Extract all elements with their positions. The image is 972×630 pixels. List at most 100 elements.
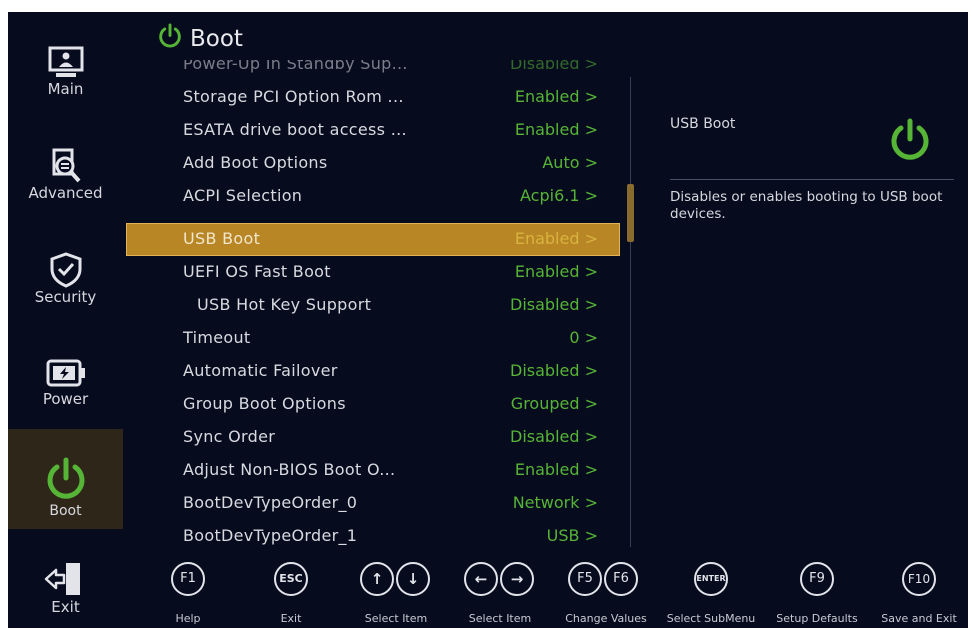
- setting-label: Power-Up In Standby Sup...: [183, 60, 408, 73]
- setting-row[interactable]: Add Boot Options Auto >: [126, 147, 620, 180]
- sidebar-item-advanced[interactable]: Advanced: [8, 148, 123, 212]
- setting-row[interactable]: UEFI OS Fast Boot Enabled >: [126, 256, 620, 289]
- shield-icon: [50, 252, 81, 288]
- sidebar-item-main[interactable]: Main: [8, 46, 123, 110]
- page-title-text: Boot: [190, 26, 243, 52]
- key-cap: ESC: [274, 562, 308, 596]
- scrollbar-thumb[interactable]: [627, 184, 634, 242]
- key-label: Select Item: [468, 612, 532, 625]
- setting-value[interactable]: Disabled >: [510, 295, 598, 314]
- sidebar-item-label: Boot: [49, 503, 82, 519]
- key-cap: F10: [902, 562, 936, 596]
- sidebar: Main Advanced Security Power Boot: [8, 12, 123, 628]
- setting-value[interactable]: 0 >: [569, 328, 598, 347]
- setting-row[interactable]: BootDevTypeOrder_1 USB >: [126, 520, 620, 548]
- setting-value[interactable]: Enabled >: [515, 229, 598, 248]
- key-f9[interactable]: F9: [800, 562, 834, 596]
- setting-value[interactable]: Disabled >: [510, 361, 598, 380]
- setting-row[interactable]: Adjust Non-BIOS Boot O... Enabled >: [126, 454, 620, 487]
- monitor-icon: [48, 46, 83, 77]
- setting-value[interactable]: Enabled >: [515, 262, 598, 281]
- setting-label: USB Hot Key Support: [197, 295, 372, 314]
- key-label: Select Item: [364, 612, 428, 625]
- key-label: Help: [175, 612, 201, 625]
- key-f5-f6[interactable]: F5 F6: [568, 562, 638, 596]
- key-f1[interactable]: F1: [171, 562, 205, 596]
- setting-row[interactable]: ACPI Selection Acpi6.1 >: [126, 180, 620, 213]
- setting-value[interactable]: Enabled >: [515, 87, 598, 106]
- key-label: Setup Defaults: [776, 612, 858, 625]
- setting-label: ACPI Selection: [183, 186, 303, 205]
- sidebar-item-label: Power: [42, 390, 89, 408]
- setting-value[interactable]: Disabled >: [510, 427, 598, 446]
- power-icon: [891, 118, 929, 160]
- key-enter[interactable]: ENTER: [694, 562, 728, 596]
- setting-row[interactable]: Timeout 0 >: [126, 322, 620, 355]
- setting-value[interactable]: Auto >: [542, 153, 598, 172]
- page-title: Boot: [156, 22, 243, 52]
- sidebar-item-label: Advanced: [28, 184, 103, 202]
- key-up-down[interactable]: ↑ ↓: [360, 562, 430, 596]
- sidebar-item-label: Security: [34, 288, 97, 306]
- setting-label: ESATA drive boot access ...: [183, 120, 407, 139]
- sidebar-item-security[interactable]: Security: [8, 252, 123, 316]
- setting-value[interactable]: Network >: [513, 493, 598, 512]
- sidebar-item-boot[interactable]: Boot: [8, 429, 123, 529]
- panel-divider: [630, 77, 631, 547]
- setting-row-selected[interactable]: USB Boot Enabled >: [126, 223, 620, 256]
- help-divider: [670, 179, 954, 180]
- setting-label: Automatic Failover: [183, 361, 338, 380]
- key-cap: F5: [568, 562, 602, 596]
- bios-screen: Main Advanced Security Power Boot Boot P…: [8, 12, 968, 628]
- setting-label: Sync Order: [183, 427, 276, 446]
- magnifier-icon: [52, 148, 80, 183]
- settings-list: Power-Up In Standby Sup... Disabled > St…: [126, 60, 620, 548]
- setting-row[interactable]: Sync Order Disabled >: [126, 421, 620, 454]
- setting-label: Storage PCI Option Rom ...: [183, 87, 404, 106]
- key-f10[interactable]: F10: [902, 562, 936, 596]
- up-arrow-icon: ↑: [360, 562, 394, 596]
- setting-label: Adjust Non-BIOS Boot O...: [183, 460, 396, 479]
- key-label: Select SubMenu: [666, 612, 756, 625]
- key-esc[interactable]: ESC: [274, 562, 308, 596]
- setting-label: USB Boot: [183, 229, 261, 248]
- setting-value[interactable]: Disabled >: [510, 60, 598, 73]
- help-title: USB Boot: [670, 116, 736, 132]
- key-cap: ENTER: [694, 562, 728, 596]
- setting-row[interactable]: USB Hot Key Support Disabled >: [126, 289, 620, 322]
- setting-label: BootDevTypeOrder_1: [183, 526, 358, 545]
- setting-row[interactable]: Storage PCI Option Rom ... Enabled >: [126, 81, 620, 114]
- setting-row[interactable]: Automatic Failover Disabled >: [126, 355, 620, 388]
- key-cap: F6: [604, 562, 638, 596]
- setting-label: Add Boot Options: [183, 153, 328, 172]
- setting-label: Group Boot Options: [183, 394, 346, 413]
- setting-row[interactable]: Power-Up In Standby Sup... Disabled >: [126, 60, 620, 81]
- key-left-right[interactable]: ← →: [464, 562, 534, 596]
- key-label: Change Values: [565, 612, 647, 625]
- power-icon: [159, 23, 181, 48]
- key-label: Save and Exit: [881, 612, 957, 625]
- setting-row[interactable]: BootDevTypeOrder_0 Network >: [126, 487, 620, 520]
- setting-label: UEFI OS Fast Boot: [183, 262, 331, 281]
- setting-value[interactable]: Enabled >: [515, 460, 598, 479]
- setting-label: BootDevTypeOrder_0: [183, 493, 358, 512]
- setting-value[interactable]: Enabled >: [515, 120, 598, 139]
- setting-row[interactable]: Group Boot Options Grouped >: [126, 388, 620, 421]
- footer-keybar: F1 Help ESC Exit ↑ ↓ Select Item ← → Selec…: [8, 550, 968, 628]
- setting-row[interactable]: ESATA drive boot access ... Enabled >: [126, 114, 620, 147]
- key-cap: F1: [171, 562, 205, 596]
- key-label: Exit: [280, 612, 302, 625]
- down-arrow-icon: ↓: [396, 562, 430, 596]
- setting-value[interactable]: Grouped >: [511, 394, 598, 413]
- help-description: Disables or enables booting to USB boot …: [670, 189, 943, 222]
- battery-icon: [46, 359, 85, 387]
- left-arrow-icon: ←: [464, 562, 498, 596]
- setting-label: Timeout: [183, 328, 251, 347]
- key-cap: F9: [800, 562, 834, 596]
- sidebar-item-label: Main: [47, 80, 84, 98]
- sidebar-item-power[interactable]: Power: [8, 356, 123, 420]
- setting-value[interactable]: USB >: [547, 526, 598, 545]
- setting-value[interactable]: Acpi6.1 >: [520, 186, 598, 205]
- right-arrow-icon: →: [500, 562, 534, 596]
- power-icon: [47, 457, 84, 499]
